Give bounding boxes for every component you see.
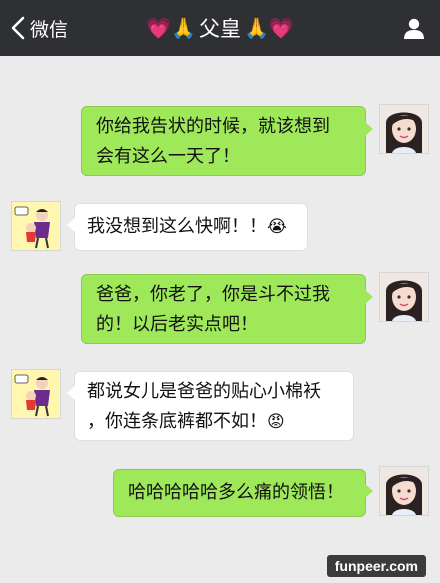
message-bubble[interactable]: 爸爸，你老了，你是斗不过我 的！以后老实点吧！: [81, 274, 366, 344]
chat-title-text: 父皇: [199, 17, 241, 41]
chat-title: 💗🙏 父皇 🙏💗: [0, 14, 440, 42]
bubble-tail: [365, 290, 373, 304]
message-text: 我没想到这么快啊！！: [87, 216, 267, 237]
top-bar: 微信 💗🙏 父皇 🙏💗: [0, 0, 440, 56]
title-prefix-emoji: 💗🙏: [146, 16, 196, 40]
message-line: 你给我告状的时候，就该想到: [96, 116, 330, 137]
crying-emoji-icon: 😭: [267, 217, 287, 237]
cartoon-dad-avatar-icon: [12, 202, 60, 250]
girl-avatar-icon: [380, 105, 428, 153]
avatar[interactable]: [11, 369, 61, 419]
avatar[interactable]: [379, 104, 429, 154]
message-line: ，你连条底裤都不如！: [87, 411, 267, 432]
avatar[interactable]: [379, 466, 429, 516]
message-text: 哈哈哈哈哈多么痛的领悟！: [128, 482, 344, 503]
person-icon[interactable]: [402, 16, 426, 40]
message-line: 都说女儿是爸爸的贴心小棉袄: [87, 381, 321, 402]
cartoon-dad-avatar-icon: [12, 370, 60, 418]
avatar[interactable]: [11, 201, 61, 251]
message-bubble[interactable]: 你给我告状的时候，就该想到 会有这么一天了！: [81, 106, 366, 176]
message-bubble[interactable]: 都说女儿是爸爸的贴心小棉袄 ，你连条底裤都不如！😡: [74, 371, 354, 441]
avatar[interactable]: [379, 272, 429, 322]
bubble-tail: [365, 122, 373, 136]
message-line: 的！以后老实点吧！: [96, 314, 258, 335]
message-line: 爸爸，你老了，你是斗不过我: [96, 284, 330, 305]
message-bubble[interactable]: 我没想到这么快啊！！😭: [74, 203, 308, 251]
girl-avatar-icon: [380, 467, 428, 515]
message-line: 会有这么一天了！: [96, 146, 240, 167]
bubble-tail: [365, 484, 373, 498]
message-bubble[interactable]: 哈哈哈哈哈多么痛的领悟！: [113, 469, 366, 517]
title-suffix-emoji: 🙏💗: [244, 16, 294, 40]
angry-emoji-icon: 😡: [267, 412, 285, 432]
girl-avatar-icon: [380, 273, 428, 321]
bubble-tail: [67, 218, 75, 232]
bubble-tail: [67, 386, 75, 400]
watermark: funpeer.com: [326, 555, 426, 577]
